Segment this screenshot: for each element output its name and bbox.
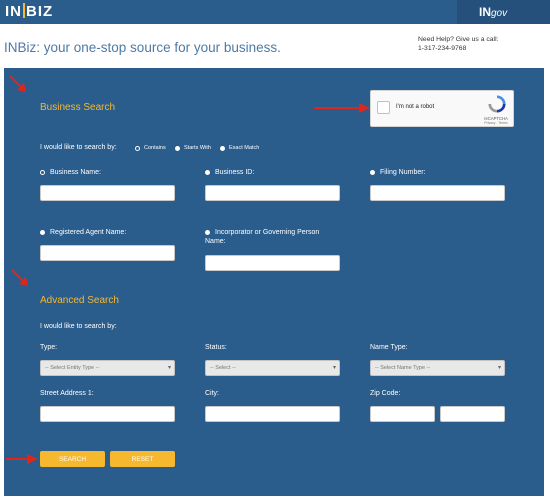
help-contact: Need Help? Give us a call: 1-317-234-976… — [418, 35, 498, 53]
annotation-arrow-icon — [11, 269, 28, 286]
name-type-select[interactable]: -- Select Name Type -- ▾ — [370, 360, 505, 376]
recaptcha-checkbox[interactable] — [377, 101, 390, 114]
chevron-down-icon: ▾ — [497, 365, 501, 371]
chevron-down-icon: ▾ — [332, 365, 336, 371]
search-by-label: I would like to search by: — [40, 144, 117, 151]
radio-exact-match-label: Exact Match — [229, 145, 260, 151]
recaptcha-links[interactable]: Privacy - Terms — [479, 121, 513, 125]
incorporator-label-line1: Incorporator or Governing Person — [215, 229, 320, 236]
zip-code-label: Zip Code: — [370, 390, 401, 397]
status-select[interactable]: -- Select -- ▾ — [205, 360, 340, 376]
annotation-arrow-icon — [6, 454, 38, 464]
business-search-title: Business Search — [40, 102, 116, 113]
top-bar: IN BIZ INgov — [0, 0, 550, 24]
inbiz-logo[interactable]: IN BIZ — [5, 3, 53, 20]
radio-starts-with-label: Starts With — [184, 145, 211, 151]
annotation-arrow-icon — [314, 103, 370, 113]
logo-divider — [23, 3, 25, 18]
status-label: Status: — [205, 344, 227, 351]
name-type-label: Name Type: — [370, 344, 408, 351]
annotation-arrow-icon — [9, 75, 26, 92]
reset-button[interactable]: RESET — [110, 451, 175, 467]
page-tagline: INBiz: your one-stop source for your bus… — [4, 40, 281, 55]
recaptcha-label: I'm not a robot — [396, 104, 435, 110]
incorporator-label-line2: Name: — [205, 238, 226, 245]
street-address-label: Street Address 1: — [40, 390, 94, 397]
radio-filing-number[interactable] — [370, 170, 375, 175]
business-id-label: Business ID: — [215, 169, 255, 176]
radio-exact-match[interactable] — [220, 146, 225, 151]
advanced-search-title: Advanced Search — [40, 295, 119, 306]
advanced-search-by-label: I would like to search by: — [40, 323, 117, 330]
zip-code-input[interactable] — [370, 406, 435, 422]
city-input[interactable] — [205, 406, 340, 422]
search-button[interactable]: SEARCH — [40, 451, 105, 467]
recaptcha-widget[interactable]: I'm not a robot reCAPTCHA Privacy - Term… — [370, 90, 514, 127]
recaptcha-logo-icon — [488, 95, 506, 113]
type-label: Type: — [40, 344, 58, 351]
radio-registered-agent[interactable] — [40, 230, 45, 235]
radio-contains[interactable] — [135, 146, 140, 151]
business-id-input[interactable] — [205, 185, 340, 201]
radio-starts-with[interactable] — [175, 146, 180, 151]
zip-code-extension-input[interactable] — [440, 406, 505, 422]
radio-business-id[interactable] — [205, 170, 210, 175]
help-phone[interactable]: 1-317-234-9768 — [418, 44, 498, 53]
business-name-label: Business Name: — [50, 169, 101, 176]
street-address-input[interactable] — [40, 406, 175, 422]
filing-number-label: Filing Number: — [380, 169, 426, 176]
ingov-logo[interactable]: INgov — [457, 0, 550, 24]
incorporator-input[interactable] — [205, 255, 340, 271]
search-panel: Business Search I'm not a robot reCAPTCH… — [4, 68, 544, 496]
radio-incorporator[interactable] — [205, 230, 210, 235]
radio-business-name[interactable] — [40, 170, 45, 175]
registered-agent-input[interactable] — [40, 245, 175, 261]
help-text: Need Help? Give us a call: — [418, 36, 499, 43]
city-label: City: — [205, 390, 219, 397]
filing-number-input[interactable] — [370, 185, 505, 201]
registered-agent-label: Registered Agent Name: — [50, 229, 127, 236]
radio-contains-label: Contains — [144, 145, 166, 151]
chevron-down-icon: ▾ — [167, 365, 171, 371]
business-name-input[interactable] — [40, 185, 175, 201]
entity-type-select[interactable]: -- Select Entity Type -- ▾ — [40, 360, 175, 376]
